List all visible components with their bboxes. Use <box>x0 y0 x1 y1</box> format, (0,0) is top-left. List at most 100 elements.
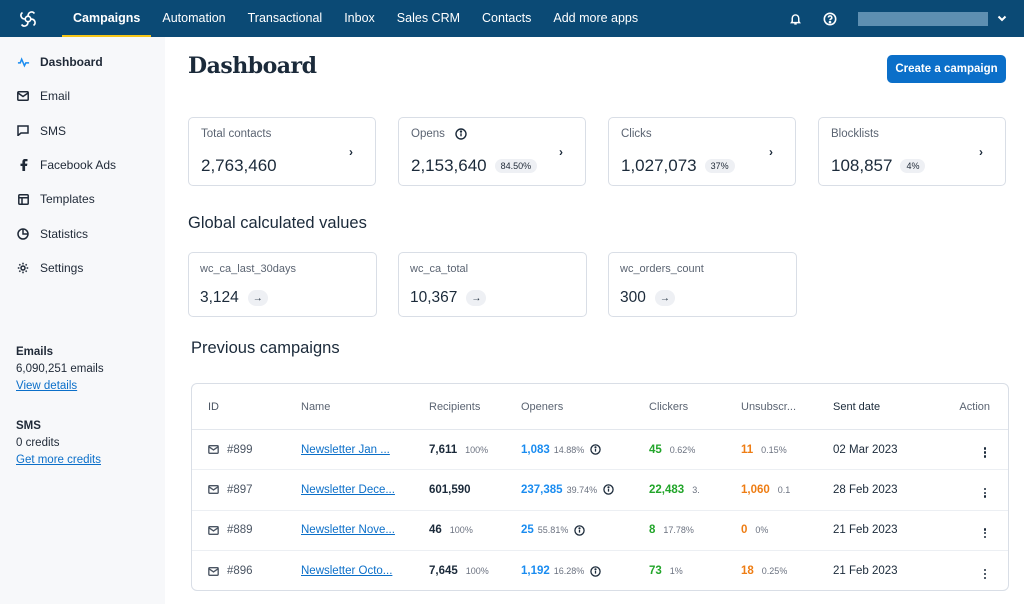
nav-inbox[interactable]: Inbox <box>333 0 386 37</box>
info-icon[interactable] <box>574 525 586 536</box>
sidebar-item-label: Statistics <box>40 226 89 241</box>
brevo-logo-icon[interactable] <box>16 7 40 31</box>
clickers-count: 22,483 <box>649 483 685 496</box>
sent-date: 21 Feb 2023 <box>833 565 898 578</box>
sms-credits: 0 credits <box>16 437 60 449</box>
sidebar-item-templates[interactable]: Templates <box>0 182 165 216</box>
more-actions-icon[interactable] <box>980 487 990 499</box>
mail-icon <box>208 566 219 576</box>
global-value-card[interactable]: wc_ca_total 10,367 → <box>398 252 587 317</box>
clickers-count: 45 <box>649 443 662 456</box>
campaign-name-link[interactable]: Newsletter Dece... <box>301 484 395 496</box>
stat-badge: 37% <box>704 159 735 173</box>
col-clickers[interactable]: Clickers <box>632 401 724 413</box>
campaign-id: #899 <box>227 443 253 456</box>
stat-label: Clicks <box>621 128 652 140</box>
global-value-label: wc_ca_total <box>410 263 469 275</box>
openers-pct: 55.81% <box>537 525 569 536</box>
recipients-pct: 100% <box>465 444 489 455</box>
recipients-pct: 100% <box>449 525 473 536</box>
sidebar-item-settings[interactable]: Settings <box>0 251 165 285</box>
clickers-pct: 0.62% <box>669 444 696 455</box>
mail-icon <box>208 485 219 495</box>
stat-value: 108,857 <box>831 156 893 175</box>
sidebar-item-sms[interactable]: SMS <box>0 114 165 148</box>
emails-summary: Emails 6,090,251 emails View details <box>16 344 104 395</box>
global-value-card[interactable]: wc_ca_last_30days 3,124 → <box>188 252 377 317</box>
col-name[interactable]: Name <box>284 401 412 413</box>
help-icon[interactable] <box>822 11 838 27</box>
view-details-link[interactable]: View details <box>16 380 77 392</box>
campaign-name-link[interactable]: Newsletter Nove... <box>301 524 395 536</box>
campaign-id: #896 <box>227 565 253 578</box>
stat-badge: 84.50% <box>494 159 538 173</box>
sidebar-item-label: SMS <box>40 123 67 138</box>
activity-icon <box>16 55 30 69</box>
arrow-right-icon[interactable]: → <box>247 290 268 306</box>
nav-transactional[interactable]: Transactional <box>237 0 334 37</box>
unsub-count: 18 <box>741 565 754 578</box>
chevron-down-icon[interactable] <box>996 15 1008 22</box>
info-icon[interactable] <box>455 128 467 140</box>
sidebar-item-label: Facebook Ads <box>40 158 117 173</box>
table-row: #897 Newsletter Dece... 601,590 237,385 3… <box>192 470 1008 511</box>
campaigns-table: ID Name Recipients Openers Clickers Unsu… <box>191 383 1009 591</box>
sidebar-item-label: Dashboard <box>40 55 103 70</box>
clickers-count: 8 <box>649 524 656 537</box>
nav-add-more-apps[interactable]: Add more apps <box>542 0 649 37</box>
col-sent-date[interactable]: Sent date <box>816 401 926 413</box>
col-openers[interactable]: Openers <box>504 401 632 413</box>
nav-right-group <box>768 0 1008 37</box>
global-value-card[interactable]: wc_orders_count 300 → <box>608 252 797 317</box>
sidebar-item-label: Templates <box>40 192 95 207</box>
campaign-name-link[interactable]: Newsletter Jan ... <box>301 444 390 456</box>
nav-sales-crm[interactable]: Sales CRM <box>386 0 471 37</box>
campaign-name-link[interactable]: Newsletter Octo... <box>301 565 392 577</box>
global-value-label: wc_ca_last_30days <box>200 263 297 275</box>
account-name-redacted[interactable] <box>858 11 988 26</box>
chevron-right-icon: › <box>769 145 773 159</box>
sidebar-item-facebook-ads[interactable]: Facebook Ads <box>0 148 165 182</box>
stat-card-clicks[interactable]: Clicks 1,027,073 37% › <box>608 117 796 186</box>
more-actions-icon[interactable] <box>980 447 990 459</box>
pie-chart-icon <box>16 227 30 241</box>
unsub-pct: 0.1 <box>777 484 791 495</box>
get-more-credits-link[interactable]: Get more credits <box>16 454 101 466</box>
info-icon[interactable] <box>590 444 602 455</box>
bell-icon[interactable] <box>787 11 803 27</box>
create-campaign-button[interactable]: Create a campaign <box>887 55 1006 83</box>
more-actions-icon[interactable] <box>980 568 990 580</box>
facebook-icon <box>16 158 30 172</box>
info-icon[interactable] <box>590 565 602 577</box>
stat-card-opens[interactable]: Opens 2,153,640 84.50% › <box>398 117 586 186</box>
stat-card-blocklists[interactable]: Blocklists 108,857 4% › <box>818 117 1006 186</box>
more-actions-icon[interactable] <box>980 527 990 539</box>
info-icon[interactable] <box>603 484 614 496</box>
clickers-pct: 3. <box>692 484 700 495</box>
clickers-pct: 17.78% <box>663 525 694 536</box>
sidebar-item-dashboard[interactable]: Dashboard <box>0 45 165 79</box>
mail-icon <box>208 445 219 455</box>
col-recipients[interactable]: Recipients <box>412 401 504 413</box>
col-action: Action <box>959 400 990 413</box>
col-id[interactable]: ID <box>192 401 284 413</box>
campaign-id: #897 <box>227 483 253 496</box>
chevron-right-icon: › <box>979 145 983 159</box>
nav-contacts[interactable]: Contacts <box>471 0 542 37</box>
stat-value: 1,027,073 <box>621 156 697 175</box>
nav-campaigns[interactable]: Campaigns <box>62 0 152 37</box>
sidebar-item-statistics[interactable]: Statistics <box>0 216 165 250</box>
table-row: #899 Newsletter Jan ... 7,611 100% 1,083 1… <box>192 430 1008 471</box>
stat-card-total-contacts[interactable]: Total contacts 2,763,460 › <box>188 117 376 186</box>
emails-title: Emails <box>16 346 54 358</box>
sidebar-item-email[interactable]: Email <box>0 79 165 113</box>
recipients-pct: 100% <box>465 566 489 577</box>
col-unsubscribers[interactable]: Unsubscr... <box>724 401 816 413</box>
nav-automation[interactable]: Automation <box>151 0 236 37</box>
unsub-count: 1,060 <box>741 483 770 496</box>
template-icon <box>16 192 30 206</box>
table-header: ID Name Recipients Openers Clickers Unsu… <box>192 384 1008 430</box>
arrow-right-icon[interactable]: → <box>466 290 487 306</box>
arrow-right-icon[interactable]: → <box>654 290 675 306</box>
table-row: #896 Newsletter Octo... 7,645 100% 1,192 1… <box>192 551 1008 590</box>
